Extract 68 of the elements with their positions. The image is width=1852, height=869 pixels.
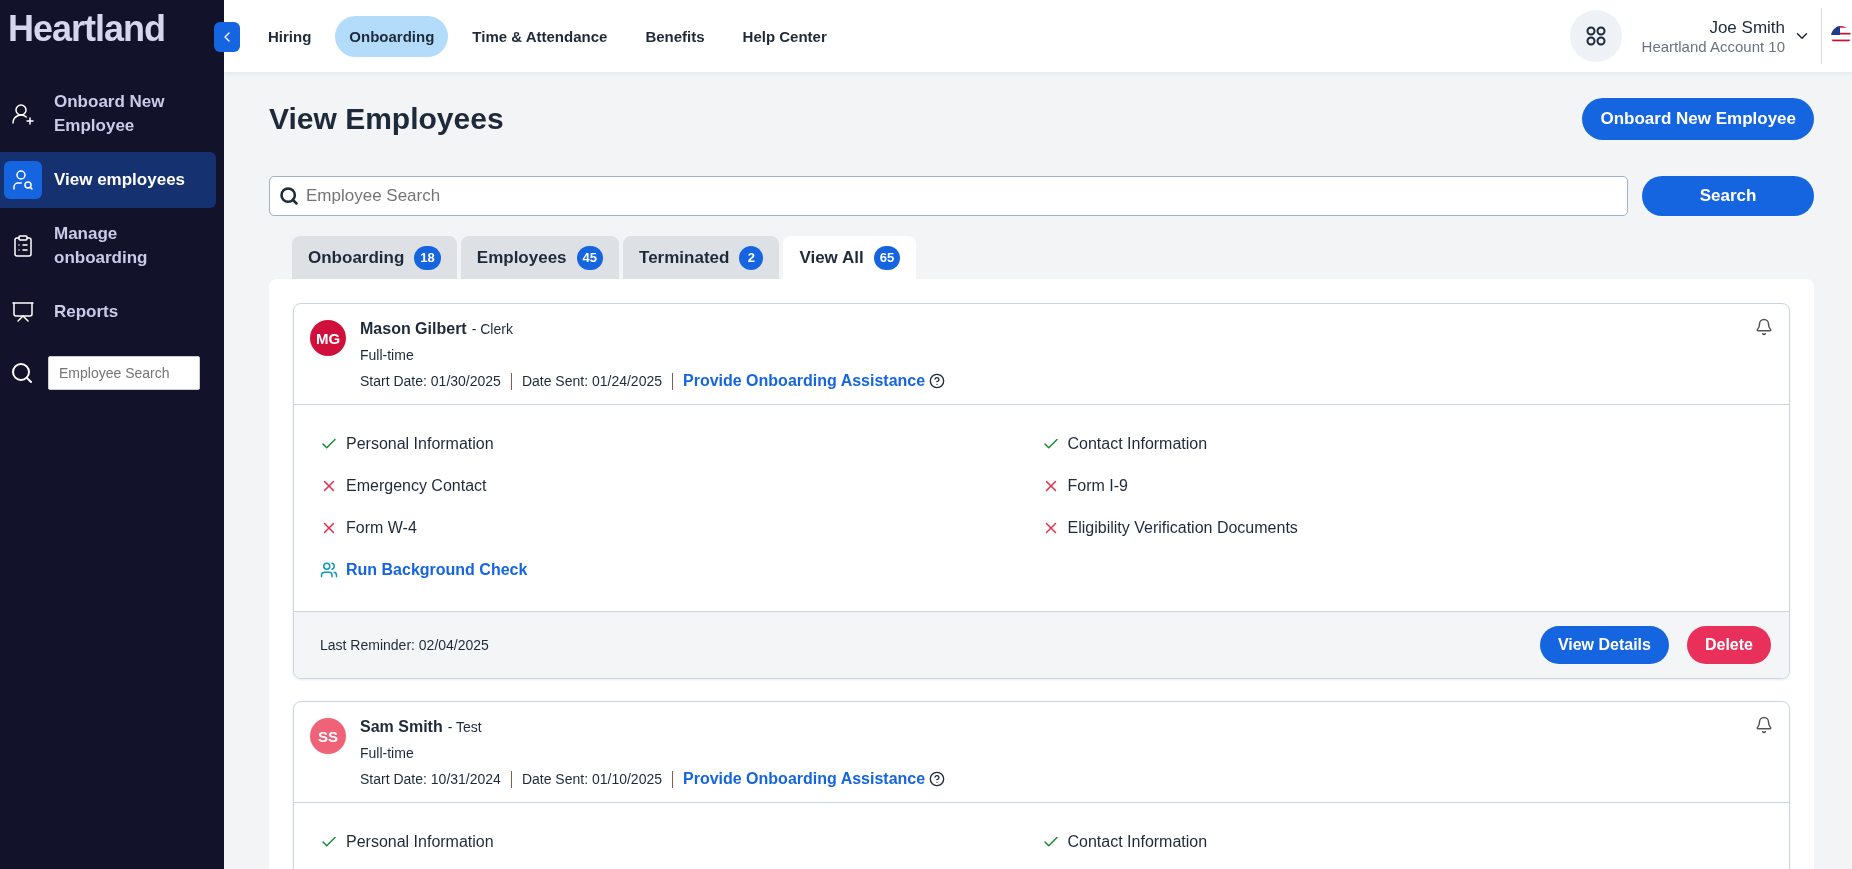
task-label: Form W-4 xyxy=(346,519,417,537)
help-icon[interactable] xyxy=(929,771,946,787)
sidebar-item-label: View employees xyxy=(54,169,186,191)
employee-name: Mason Gilbert xyxy=(360,320,467,338)
search-icon xyxy=(10,361,34,385)
sidebar-item[interactable]: View employees xyxy=(0,152,216,208)
count-badge: 65 xyxy=(873,245,901,270)
employee-name: Sam Smith xyxy=(360,718,443,736)
task-label: Form I-9 xyxy=(1067,477,1128,495)
view-details-button[interactable]: View Details xyxy=(1539,626,1669,664)
help-icon[interactable] xyxy=(929,373,946,389)
start-date: Start Date: 10/31/2024 xyxy=(360,771,501,787)
top-nav-link[interactable]: Time & Attendance xyxy=(458,15,622,57)
sidebar-item-label: Reports xyxy=(54,301,119,323)
background-check-link[interactable]: Run Background Check xyxy=(320,561,1763,579)
people-icon xyxy=(320,561,338,579)
count-badge: 18 xyxy=(414,245,441,270)
onboard-button[interactable]: Onboard New Employee xyxy=(1582,98,1814,140)
assistance-link[interactable]: Provide Onboarding Assistance xyxy=(683,372,926,390)
tab[interactable]: View All 65 xyxy=(783,236,917,279)
user-plus-icon xyxy=(11,102,35,126)
bell-icon[interactable] xyxy=(1755,716,1773,734)
task-label: Personal Information xyxy=(346,435,494,453)
date-sent: Date Sent: 01/10/2025 xyxy=(521,771,662,787)
assistance-link[interactable]: Provide Onboarding Assistance xyxy=(683,770,926,788)
task-label: Emergency Contact xyxy=(346,477,487,495)
sidebar-item-label: Onboard New Employee xyxy=(54,91,166,137)
sidebar-search-field[interactable]: Employee Search xyxy=(48,356,200,390)
avatar: MG xyxy=(310,320,346,356)
date-sent: Date Sent: 01/24/2025 xyxy=(521,373,662,389)
last-reminder: Last Reminder: 02/04/2025 xyxy=(320,637,489,653)
tab[interactable]: Onboarding 18 xyxy=(292,236,457,279)
task-label: Contact Information xyxy=(1067,435,1208,453)
sidebar-item[interactable]: Onboard New Employee xyxy=(0,84,216,144)
user-account: Heartland Account 10 xyxy=(1641,37,1785,55)
sidebar-item[interactable]: Manage onboarding xyxy=(0,216,216,276)
count-badge: 45 xyxy=(576,245,604,270)
task-label: Eligibility Verification Documents xyxy=(1067,519,1298,537)
collapse-button[interactable] xyxy=(214,22,240,52)
employee-role: - Test xyxy=(447,719,482,735)
search-icon xyxy=(279,186,299,206)
employee-role: - Clerk xyxy=(471,321,513,337)
employment-type: Full-time xyxy=(360,745,415,761)
tab[interactable]: Terminated 2 xyxy=(623,236,780,279)
tab[interactable]: Employees 45 xyxy=(460,236,620,279)
user-search-icon xyxy=(11,168,35,192)
employment-type: Full-time xyxy=(360,347,415,363)
task-label: Personal Information xyxy=(346,833,494,851)
sidebar-item[interactable]: Reports xyxy=(0,284,216,340)
avatar: SS xyxy=(310,718,346,754)
top-nav-link[interactable]: Onboarding xyxy=(335,15,449,57)
user-name: Joe Smith xyxy=(1709,17,1785,38)
employee-search-field[interactable]: Employee Search xyxy=(269,176,1628,216)
count-badge: 2 xyxy=(739,245,764,270)
task-label: Contact Information xyxy=(1067,833,1208,851)
presentation-chart-icon xyxy=(11,300,35,324)
clipboard-icon xyxy=(11,234,35,258)
top-nav-link[interactable]: Help Center xyxy=(728,15,841,57)
top-nav-link[interactable]: Hiring xyxy=(254,15,326,57)
search-button[interactable]: Search xyxy=(1642,176,1814,216)
brand-logo: Heartland xyxy=(7,7,167,51)
top-nav-link[interactable]: Benefits xyxy=(631,15,719,57)
apps-icon xyxy=(1585,26,1606,46)
sidebar-item-label: Manage onboarding xyxy=(54,223,149,269)
bell-icon[interactable] xyxy=(1755,318,1773,336)
start-date: Start Date: 01/30/2025 xyxy=(360,373,501,389)
delete-button[interactable]: Delete xyxy=(1686,626,1771,664)
page-title: View Employees xyxy=(269,102,504,136)
